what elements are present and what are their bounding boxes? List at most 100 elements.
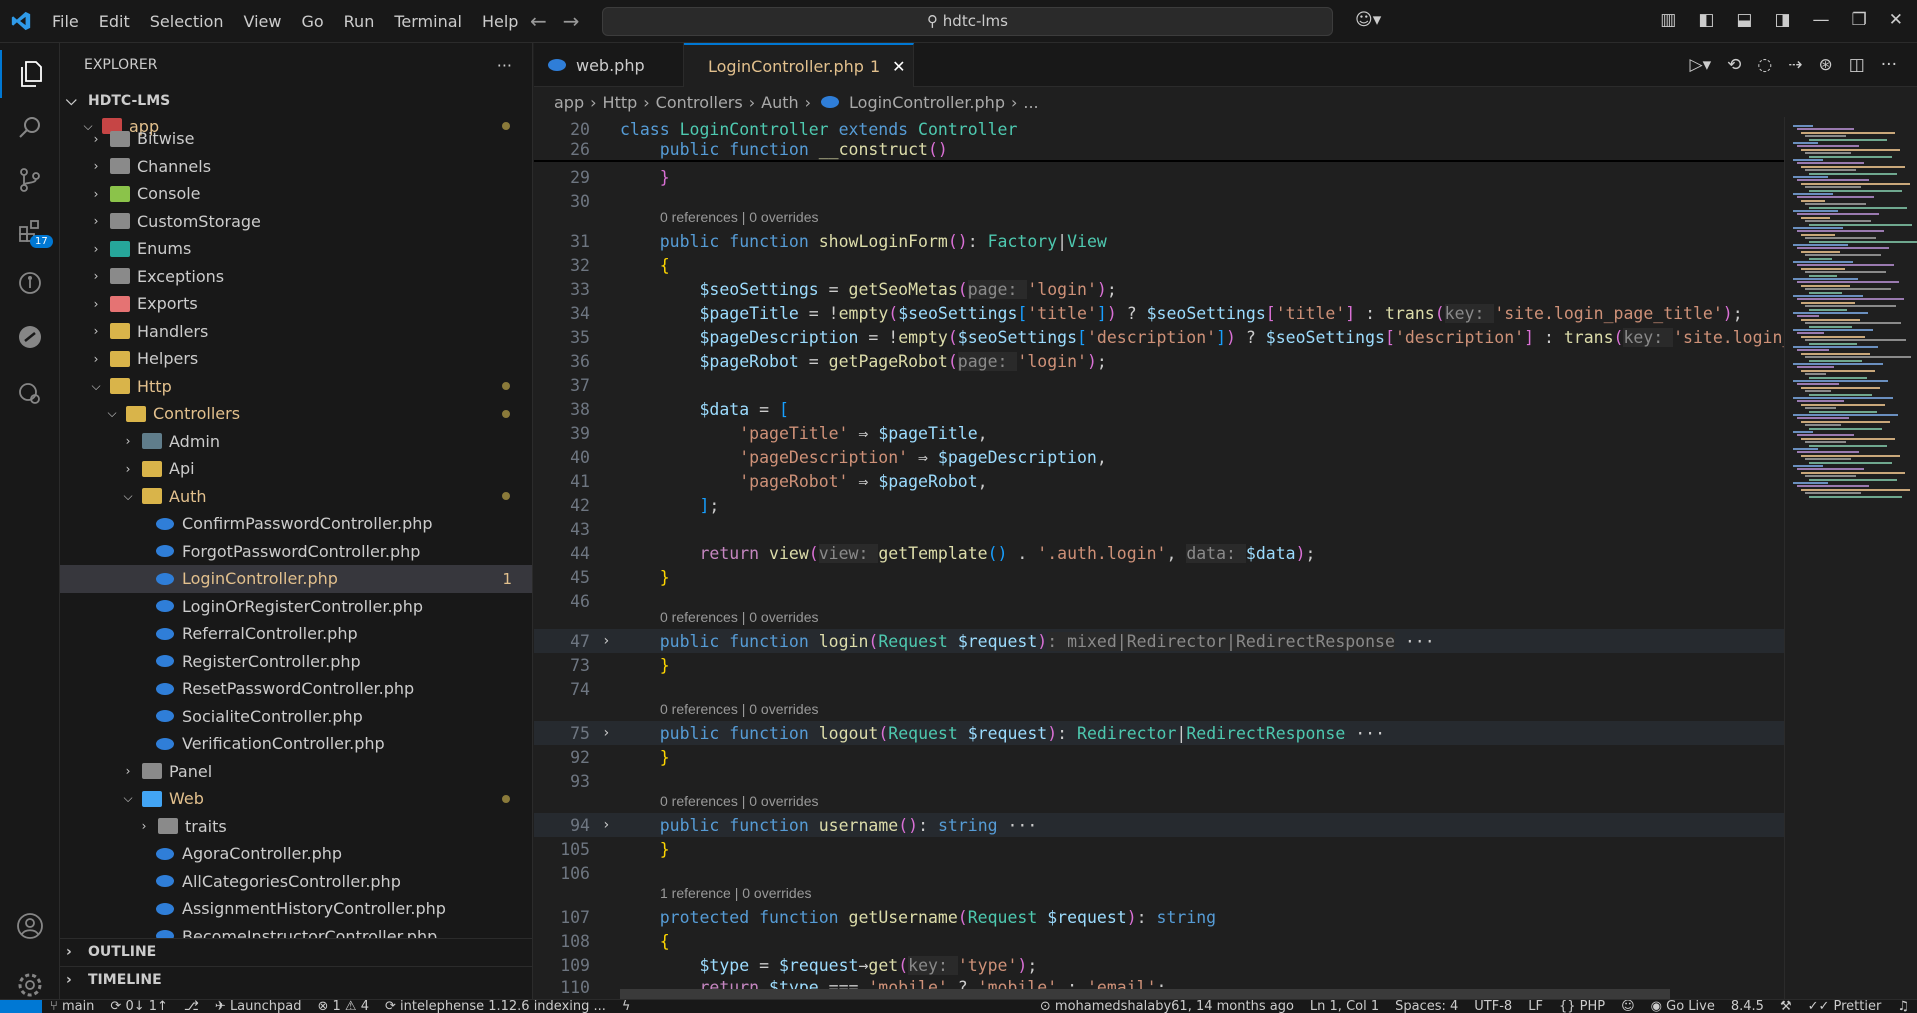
timeline-section[interactable]: › TIMELINE [60,966,532,993]
tree-item[interactable]: ConfirmPasswordController.php [60,510,532,538]
tab-web-php[interactable]: web.php [534,43,684,87]
tree-item[interactable]: ⌵ Controllers [60,400,532,428]
eol[interactable]: LF [1520,1000,1551,1013]
breadcrumb-item[interactable]: Auth [761,93,799,112]
menu-run[interactable]: Run [334,12,385,31]
forward-arrow-icon[interactable]: → [563,9,580,33]
breadcrumb-item[interactable]: LoginController.php [849,93,1005,112]
notifications-bell-icon[interactable]: ♫ [1889,1000,1917,1013]
branch-icon[interactable]: ⑂ main [42,1000,102,1013]
tree-item[interactable]: ForgotPasswordController.php [60,538,532,566]
menu-edit[interactable]: Edit [89,12,140,31]
menu-help[interactable]: Help [472,12,528,31]
minimize-icon[interactable]: — [1813,10,1830,30]
tab-close-icon[interactable]: ✕ [892,57,905,76]
menu-view[interactable]: View [234,12,292,31]
restore-icon[interactable]: ❐ [1852,10,1867,30]
tree-item[interactable]: › Handlers [60,318,532,346]
language-mode[interactable]: {} PHP [1551,1000,1613,1013]
tree-item[interactable]: VerificationController.php [60,730,532,758]
encoding[interactable]: UTF-8 [1466,1000,1520,1013]
php-version[interactable]: 8.4.5 [1723,1000,1772,1013]
breadcrumb-item[interactable]: app [554,93,584,112]
problems-item[interactable]: ⊗ 1 ⚠ 4 [309,1000,377,1013]
tree-item[interactable]: › Channels [60,153,532,181]
explorer-icon[interactable] [0,50,60,98]
tree-item[interactable]: › Panel [60,758,532,786]
code-editor[interactable]: 20 class LoginController extends Controll… [534,117,1784,999]
run-icon[interactable]: ▷▾ [1690,55,1712,75]
tree-item[interactable]: SocialiteController.php [60,703,532,731]
run-debug-icon[interactable] [0,368,60,416]
code-lens[interactable]: 0 references | 0 overrides [660,701,819,717]
tree-item[interactable]: › Exports [60,290,532,318]
account-icon[interactable] [0,902,60,950]
tree-item[interactable]: › Admin [60,428,532,456]
more-actions-icon[interactable]: ··· [1881,55,1897,75]
lightning-icon[interactable]: ϟ [614,1000,639,1013]
tree-item[interactable]: ⌵ Auth [60,483,532,511]
tree-item[interactable]: › Exceptions [60,263,532,291]
menu-selection[interactable]: Selection [140,12,234,31]
tree-item[interactable]: ReferralController.php [60,620,532,648]
code-lens[interactable]: 0 references | 0 overrides [660,209,819,225]
extensions-icon[interactable]: 17 [0,207,60,255]
git-graph-icon[interactable]: ⎇ [176,1000,207,1013]
copilot-status-icon[interactable]: ☺ [1613,1000,1643,1013]
sync-status[interactable]: ⟳ 0↓ 1↑ [102,1000,176,1013]
code-lens[interactable]: 0 references | 0 overrides [660,793,819,809]
gitlens-inspect-icon[interactable]: ⊛ [1818,55,1832,75]
tree-item[interactable]: LoginController.php 1 [60,565,532,593]
tree-item[interactable]: AllCategoriesController.php [60,868,532,896]
breadcrumb-item[interactable]: ... [1023,93,1038,112]
cursor-position[interactable]: Ln 1, Col 1 [1302,1000,1387,1013]
breadcrumb-item[interactable]: Http [603,93,638,112]
code-lens[interactable]: 1 reference | 0 overrides [660,885,812,901]
remote-indicator-icon[interactable] [0,1000,42,1013]
workspace-root[interactable]: ⌵ HDTC-LMS [60,87,532,115]
tree-item[interactable]: › Bitwise [60,125,532,153]
outline-section[interactable]: › OUTLINE [60,938,532,965]
go-live-item[interactable]: ◉ Go Live [1643,1000,1723,1013]
tree-item[interactable]: ⌵ Http [60,373,532,401]
menu-file[interactable]: File [42,12,89,31]
tree-item[interactable]: › Enums [60,235,532,263]
indentation[interactable]: Spaces: 4 [1387,1000,1466,1013]
tree-item[interactable]: ⌵ Web [60,785,532,813]
compare-icon[interactable]: ⟲ [1727,55,1741,75]
tree-item[interactable]: › traits [60,813,532,841]
tree-item[interactable]: LoginOrRegisterController.php [60,593,532,621]
close-icon[interactable]: ✕ [1889,10,1903,30]
next-change-icon[interactable]: ⇢ [1788,55,1802,75]
split-editor-icon[interactable]: ◫ [1849,55,1865,75]
breadcrumb-item[interactable]: Controllers [656,93,743,112]
fold-chevron-icon[interactable]: › [602,817,610,833]
tree-item[interactable]: › Api [60,455,532,483]
toggle-panel-icon[interactable]: ⬓ [1736,10,1752,30]
horizontal-scrollbar[interactable] [620,989,1670,999]
tree-item[interactable]: › Console [60,180,532,208]
fold-chevron-icon[interactable]: › [602,725,610,741]
layout-icon[interactable]: ▥ [1660,10,1676,30]
tab-login-controller[interactable]: LoginController.php 1 ✕ [684,43,914,87]
commit-icon[interactable]: ◌ [1757,55,1772,75]
tree-item[interactable]: AgoraController.php [60,840,532,868]
code-lens[interactable]: 0 references | 0 overrides [660,609,819,625]
menu-go[interactable]: Go [291,12,333,31]
tree-item[interactable]: › CustomStorage [60,208,532,236]
fold-chevron-icon[interactable]: › [602,633,610,649]
remote-explorer-icon[interactable] [0,313,60,361]
toggle-sidebar-icon[interactable]: ◧ [1698,10,1714,30]
toggle-secondary-sidebar-icon[interactable]: ◨ [1774,10,1790,30]
tree-item[interactable]: RegisterController.php [60,648,532,676]
search-icon[interactable] [0,104,60,152]
minimap[interactable] [1784,117,1917,999]
explorer-more-icon[interactable]: ··· [497,56,512,75]
launchpad-item[interactable]: ✈ Launchpad [207,1000,310,1013]
git-blame-item[interactable]: ⊙ mohamedshalaby61, 14 months ago [1032,1000,1302,1013]
gitlens-icon[interactable] [0,259,60,307]
command-center-search[interactable]: ⚲ hdtc-lms [602,7,1333,36]
prettier-item[interactable]: ✓✓ Prettier [1800,1000,1890,1013]
copilot-icon[interactable]: ☺▾ [1355,10,1381,30]
tree-item[interactable]: ResetPasswordController.php [60,675,532,703]
